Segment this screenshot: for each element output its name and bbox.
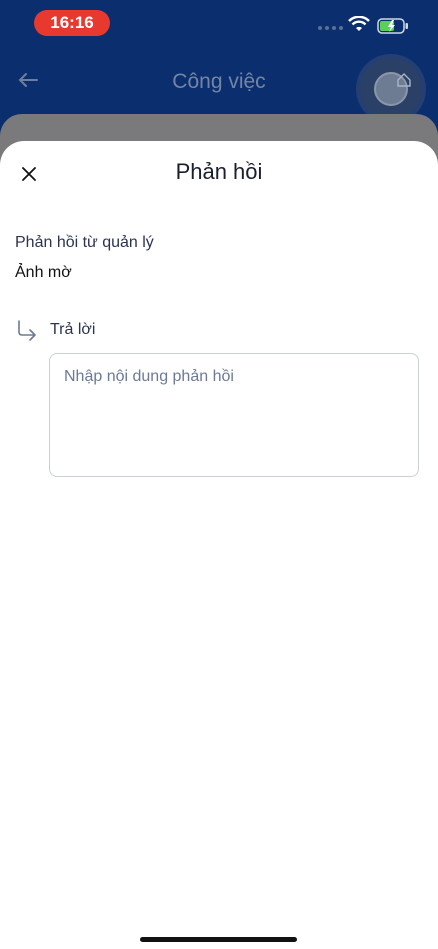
home-indicator[interactable]	[140, 937, 297, 942]
feedback-text: Ảnh mờ	[15, 264, 72, 281]
feedback-sheet: Phản hồi Phản hồi từ quản lý Ảnh mờ Trả …	[0, 141, 438, 949]
reply-arrow-icon	[18, 320, 36, 341]
sheet-title: Phản hồi	[175, 159, 263, 184]
home-button[interactable]	[360, 58, 422, 120]
status-time: 16:16	[34, 10, 110, 36]
home-icon	[397, 73, 411, 87]
reply-input[interactable]	[49, 353, 419, 477]
feedback-label: Phản hồi từ quản lý	[15, 234, 154, 251]
wifi-icon	[348, 16, 370, 31]
cellular-signal-icon	[318, 26, 343, 30]
status-bar: 16:16	[0, 0, 438, 48]
battery-icon	[377, 18, 408, 34]
reply-label: Trả lời	[50, 321, 96, 338]
app-header: Công việc	[0, 48, 438, 120]
